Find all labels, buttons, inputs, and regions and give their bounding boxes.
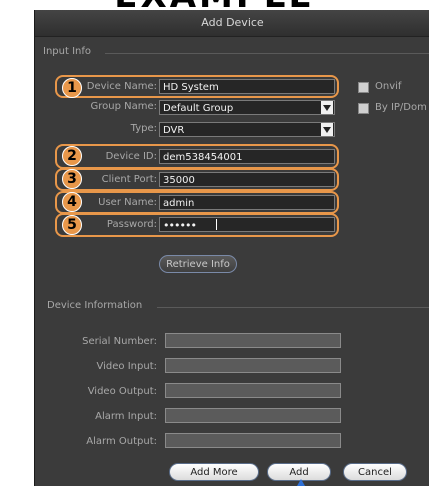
group-name-label: Group Name:	[90, 101, 158, 112]
video-output-label: Video Output:	[87, 386, 157, 397]
input-info-section-label: Input Info	[43, 46, 97, 57]
device-information-section-label: Device Information	[47, 300, 149, 311]
by-ip-label: By IP/Dom	[375, 102, 427, 113]
video-input-label: Video Input:	[96, 361, 157, 372]
alarm-input-field	[165, 408, 341, 423]
highlight-client-port	[55, 168, 339, 191]
group-name-select[interactable]: Default Group	[159, 100, 335, 115]
video-input-field	[165, 358, 341, 373]
highlight-password	[55, 213, 339, 237]
add-more-button[interactable]: Add More	[169, 463, 259, 481]
add-device-dialog: Add Device Input Info Device Name: HD Sy…	[34, 10, 429, 486]
badge-5: 5	[62, 215, 82, 235]
video-output-field	[165, 383, 341, 398]
example-banner: EXAMPLE	[0, 0, 429, 10]
alarm-input-label: Alarm Input:	[95, 411, 157, 422]
banner-text: EXAMPLE	[0, 0, 429, 10]
badge-1: 1	[62, 78, 82, 98]
highlight-device-id	[55, 144, 339, 169]
input-info-divider	[105, 53, 429, 54]
alarm-output-field	[165, 433, 341, 448]
highlight-user-name	[55, 191, 339, 214]
dialog-title: Add Device	[201, 16, 264, 29]
badge-2: 2	[62, 146, 82, 166]
cancel-button[interactable]: Cancel	[343, 463, 407, 481]
badge-4: 4	[62, 192, 82, 212]
group-name-dropdown-icon[interactable]	[321, 101, 333, 114]
serial-number-label: Serial Number:	[82, 336, 157, 347]
highlight-device-name	[55, 75, 339, 98]
alarm-output-label: Alarm Output:	[86, 436, 157, 447]
badge-3: 3	[62, 169, 82, 189]
device-information-divider	[157, 307, 429, 308]
pointer-arrow-icon	[297, 479, 305, 486]
onvif-checkbox[interactable]	[358, 82, 369, 93]
retrieve-info-button[interactable]: Retrieve Info	[159, 255, 237, 273]
by-ip-checkbox[interactable]	[358, 103, 369, 114]
type-label: Type:	[130, 123, 157, 134]
type-select[interactable]: DVR	[159, 122, 335, 137]
dialog-titlebar: Add Device	[35, 10, 429, 37]
type-dropdown-icon[interactable]	[321, 123, 333, 136]
serial-number-field	[165, 333, 341, 348]
onvif-label: Onvif	[375, 81, 402, 92]
